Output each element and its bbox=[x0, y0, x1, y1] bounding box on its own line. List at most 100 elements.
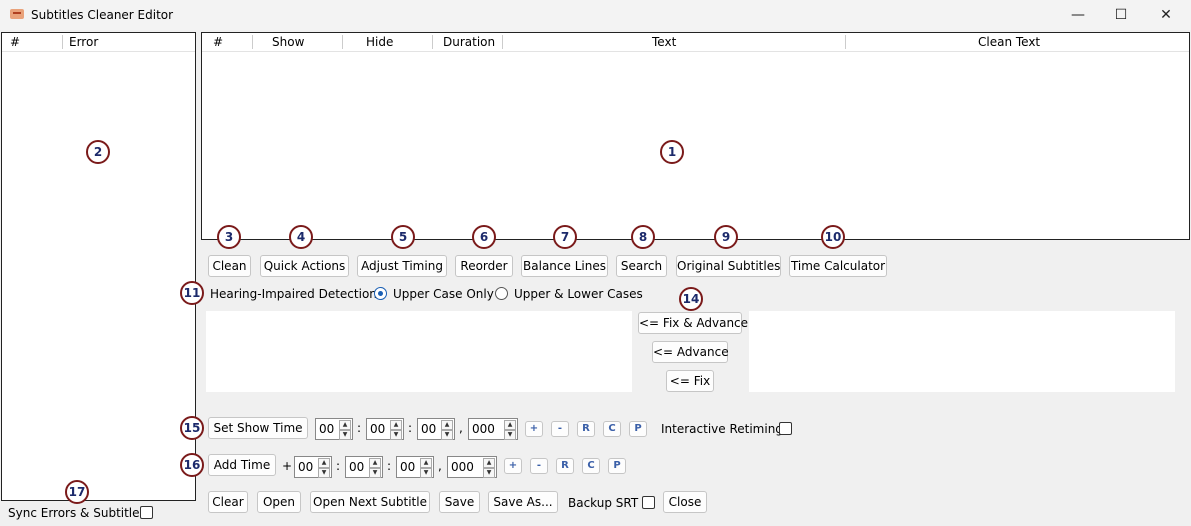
minimize-button[interactable]: — bbox=[1055, 2, 1101, 28]
show-minus-button[interactable]: - bbox=[551, 421, 569, 437]
errors-header: # Error bbox=[2, 33, 195, 52]
show-seconds-up-icon[interactable]: ▲ bbox=[441, 420, 453, 430]
add-c-button[interactable]: C bbox=[582, 458, 600, 474]
radio-upper-lower-cases[interactable] bbox=[495, 287, 508, 300]
interactive-retiming-label: Interactive Retiming bbox=[661, 422, 783, 436]
add-minus-button[interactable]: - bbox=[530, 458, 548, 474]
radio-upper-case-only[interactable] bbox=[374, 287, 387, 300]
badge-9: 9 bbox=[714, 225, 738, 249]
add-hours-down-icon[interactable]: ▼ bbox=[318, 468, 330, 478]
clear-button[interactable]: Clear bbox=[208, 491, 248, 513]
upper-lower-cases-label[interactable]: Upper & Lower Cases bbox=[514, 287, 643, 301]
quick-actions-button[interactable]: Quick Actions bbox=[260, 255, 349, 277]
add-milliseconds-spinner[interactable]: 000 ▲ ▼ bbox=[447, 456, 497, 478]
show-c-button[interactable]: C bbox=[603, 421, 621, 437]
show-minutes-down-icon[interactable]: ▼ bbox=[390, 430, 402, 440]
add-minutes-value: 00 bbox=[349, 460, 365, 474]
badge-14: 14 bbox=[679, 287, 703, 311]
hearing-impaired-label: Hearing-Impaired Detection: bbox=[210, 287, 381, 301]
add-hours-up-icon[interactable]: ▲ bbox=[318, 458, 330, 468]
reorder-button[interactable]: Reorder bbox=[455, 255, 513, 277]
badge-10: 10 bbox=[821, 225, 845, 249]
interactive-retiming-checkbox[interactable] bbox=[779, 422, 792, 435]
show-comma: , bbox=[459, 421, 463, 435]
add-minutes-up-icon[interactable]: ▲ bbox=[369, 458, 381, 468]
add-p-button[interactable]: P bbox=[608, 458, 626, 474]
add-ms-down-icon[interactable]: ▼ bbox=[483, 468, 495, 478]
show-ms-up-icon[interactable]: ▲ bbox=[504, 420, 516, 430]
badge-6: 6 bbox=[472, 225, 496, 249]
add-time-button[interactable]: Add Time bbox=[208, 454, 276, 476]
col-duration[interactable]: Duration bbox=[443, 35, 495, 49]
add-colon-2: : bbox=[387, 459, 392, 473]
open-next-subtitle-button[interactable]: Open Next Subtitle bbox=[310, 491, 430, 513]
show-colon-1: : bbox=[357, 421, 362, 435]
col-number[interactable]: # bbox=[213, 35, 223, 49]
add-minutes-spinner[interactable]: 00 ▲ ▼ bbox=[345, 456, 383, 478]
adjust-timing-button[interactable]: Adjust Timing bbox=[357, 255, 447, 277]
clean-button[interactable]: Clean bbox=[208, 255, 251, 277]
add-minutes-down-icon[interactable]: ▼ bbox=[369, 468, 381, 478]
sync-errors-label: Sync Errors & Subtitles bbox=[8, 506, 146, 520]
subtitles-header: # Show Hide Duration Text Clean Text bbox=[202, 33, 1189, 52]
show-milliseconds-spinner[interactable]: 000 ▲ ▼ bbox=[468, 418, 518, 440]
title-bar: Subtitles Cleaner Editor — ☐ ✕ bbox=[0, 0, 1191, 30]
add-seconds-up-icon[interactable]: ▲ bbox=[420, 458, 432, 468]
errors-col-error[interactable]: Error bbox=[69, 35, 98, 49]
clean-text-pane[interactable] bbox=[749, 311, 1175, 392]
show-plus-button[interactable]: + bbox=[525, 421, 543, 437]
show-ms-down-icon[interactable]: ▼ bbox=[504, 430, 516, 440]
show-r-button[interactable]: R bbox=[577, 421, 595, 437]
show-hours-value: 00 bbox=[319, 422, 335, 436]
col-clean-text[interactable]: Clean Text bbox=[978, 35, 1040, 49]
show-hours-up-icon[interactable]: ▲ bbox=[339, 420, 351, 430]
maximize-button[interactable]: ☐ bbox=[1098, 2, 1144, 28]
set-show-time-button[interactable]: Set Show Time bbox=[208, 417, 308, 439]
close-button[interactable]: Close bbox=[663, 491, 707, 513]
errors-list[interactable]: # Error bbox=[1, 32, 196, 501]
add-seconds-spinner[interactable]: 00 ▲ ▼ bbox=[396, 456, 434, 478]
badge-15: 15 bbox=[180, 416, 204, 440]
errors-col-number[interactable]: # bbox=[10, 35, 20, 49]
advance-button[interactable]: <= Advance bbox=[652, 341, 729, 363]
add-plus-button[interactable]: + bbox=[504, 458, 522, 474]
show-p-button[interactable]: P bbox=[629, 421, 647, 437]
add-seconds-down-icon[interactable]: ▼ bbox=[420, 468, 432, 478]
add-comma: , bbox=[438, 459, 442, 473]
col-show[interactable]: Show bbox=[272, 35, 304, 49]
save-as-button[interactable]: Save As... bbox=[488, 491, 558, 513]
time-calculator-button[interactable]: Time Calculator bbox=[789, 255, 887, 277]
show-seconds-spinner[interactable]: 00 ▲ ▼ bbox=[417, 418, 455, 440]
add-ms-up-icon[interactable]: ▲ bbox=[483, 458, 495, 468]
app-icon bbox=[10, 9, 24, 19]
badge-16: 16 bbox=[180, 453, 204, 477]
show-seconds-down-icon[interactable]: ▼ bbox=[441, 430, 453, 440]
show-milliseconds-value: 000 bbox=[472, 422, 495, 436]
show-minutes-spinner[interactable]: 00 ▲ ▼ bbox=[366, 418, 404, 440]
backup-srt-checkbox[interactable] bbox=[642, 496, 655, 509]
show-hours-down-icon[interactable]: ▼ bbox=[339, 430, 351, 440]
badge-7: 7 bbox=[553, 225, 577, 249]
save-button[interactable]: Save bbox=[439, 491, 480, 513]
subtitles-grid[interactable]: # Show Hide Duration Text Clean Text bbox=[201, 32, 1190, 240]
original-text-pane[interactable] bbox=[206, 311, 632, 392]
add-hours-spinner[interactable]: 00 ▲ ▼ bbox=[294, 456, 332, 478]
show-minutes-value: 00 bbox=[370, 422, 386, 436]
close-window-button[interactable]: ✕ bbox=[1143, 2, 1189, 28]
fix-and-advance-button[interactable]: <= Fix & Advance bbox=[638, 312, 748, 334]
search-button[interactable]: Search bbox=[616, 255, 667, 277]
upper-case-only-label[interactable]: Upper Case Only bbox=[393, 287, 494, 301]
window-title: Subtitles Cleaner Editor bbox=[31, 8, 174, 22]
fix-button[interactable]: <= Fix bbox=[666, 370, 714, 392]
col-hide[interactable]: Hide bbox=[366, 35, 393, 49]
open-button[interactable]: Open bbox=[257, 491, 301, 513]
add-colon-1: : bbox=[336, 459, 341, 473]
col-text[interactable]: Text bbox=[652, 35, 676, 49]
balance-lines-button[interactable]: Balance Lines bbox=[521, 255, 608, 277]
badge-3: 3 bbox=[217, 225, 241, 249]
show-minutes-up-icon[interactable]: ▲ bbox=[390, 420, 402, 430]
sync-errors-checkbox[interactable] bbox=[140, 506, 153, 519]
original-subtitles-button[interactable]: Original Subtitles bbox=[676, 255, 781, 277]
show-hours-spinner[interactable]: 00 ▲ ▼ bbox=[315, 418, 353, 440]
add-r-button[interactable]: R bbox=[556, 458, 574, 474]
